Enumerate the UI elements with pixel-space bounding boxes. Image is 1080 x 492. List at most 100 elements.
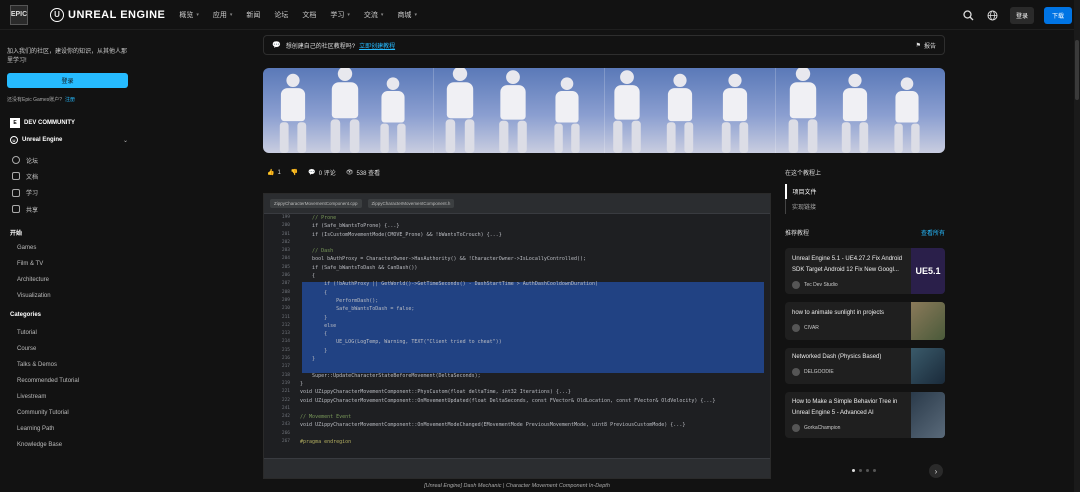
search-icon[interactable] <box>962 8 976 22</box>
nav-item-news[interactable]: 新闻 <box>246 10 260 20</box>
sidebar-item-talks-demos[interactable]: Talks & Demos <box>17 357 79 373</box>
chevron-down-icon: ▾ <box>229 11 233 18</box>
line-number: 215 <box>281 347 290 353</box>
line-number: 205 <box>281 264 290 270</box>
like-button[interactable]: 👍 1 <box>267 169 281 177</box>
line-number: 201 <box>281 231 290 237</box>
card-thumbnail <box>911 392 945 438</box>
sidebar-item-games[interactable]: Games <box>17 240 51 256</box>
chat-bubble-icon: 💬 <box>272 42 281 49</box>
nav-item-learn[interactable]: 学习 ▾ <box>330 10 350 20</box>
unreal-engine-dropdown[interactable]: U Unreal Engine ⌄ <box>10 136 128 144</box>
nav-item-marketplace[interactable]: 商城 ▾ <box>397 10 417 20</box>
image-caption: [Unreal Engine] Dash Mechanic | Characte… <box>424 483 610 489</box>
avatar <box>792 324 800 332</box>
line-number: 210 <box>281 306 290 312</box>
line-number: 266 <box>281 430 290 436</box>
sidebar-item-recommended-tutorial[interactable]: Recommended Tutorial <box>17 373 79 389</box>
epic-games-logo[interactable]: EPIC <box>10 4 28 25</box>
nav-item-forums[interactable]: 论坛 <box>274 10 288 20</box>
line-number: 217 <box>281 364 290 370</box>
create-tutorial-link[interactable]: 立即创建教程 <box>359 41 395 50</box>
code-line: } <box>294 380 304 387</box>
sidebar-item-learn[interactable]: 学习 <box>12 185 38 201</box>
sidebar-item-film-tv[interactable]: Film & TV <box>17 256 51 272</box>
sidebar-item-tutorial[interactable]: Tutorial <box>17 325 79 341</box>
chat-bubble-icon <box>12 156 20 165</box>
sidebar-item-forums[interactable]: 论坛 <box>12 152 38 168</box>
code-line: if (IsCustomMovementMode(CMOVE_Prone) &&… <box>294 231 502 238</box>
line-number: 242 <box>281 414 290 420</box>
code-line: } <box>294 347 328 354</box>
sidebar-item-visualization[interactable]: Visualization <box>17 288 51 304</box>
sidebar-item-docs[interactable]: 文档 <box>12 168 38 184</box>
left-sidebar: 加入我们的社区，建设你的知识，从其他人那里学习! 登录 还没有Epic Game… <box>0 30 138 492</box>
page-scrollbar[interactable] <box>1074 0 1080 492</box>
thumbs-down-icon: 👎 <box>290 170 299 176</box>
line-number: 267 <box>281 439 290 445</box>
code-line: Super::UpdateCharacterStateBeforeMovemen… <box>294 372 481 379</box>
line-number: 213 <box>281 331 290 337</box>
code-line: PerformDash(); <box>294 297 379 304</box>
sidebar-item-course[interactable]: Course <box>17 341 79 357</box>
code-line: } <box>294 314 328 321</box>
sidebar-item-community-tutorial[interactable]: Community Tutorial <box>17 405 79 421</box>
line-number: 202 <box>281 239 290 245</box>
learn-icon <box>12 188 20 197</box>
recommended-card[interactable]: Unreal Engine 5.1 - UE4.27.2 Fix Android… <box>785 248 945 294</box>
carousel-next-button[interactable]: › <box>929 464 943 478</box>
sidebar-item-livestream[interactable]: Livestream <box>17 389 79 405</box>
post-stats: 👍 1 👎 💬 0 评论 👁 538 查看 <box>267 168 380 178</box>
comments-count[interactable]: 💬 0 评论 <box>308 168 336 177</box>
chevron-down-icon: ▾ <box>196 11 199 18</box>
eye-icon: 👁 <box>345 170 354 176</box>
register-link[interactable]: 注册 <box>65 97 75 103</box>
chevron-right-icon: › <box>934 466 938 476</box>
code-line: if (Safe_bWantsToDash && CanDash()) <box>294 264 418 271</box>
recommended-header: 推荐教程 查看所有 <box>785 228 945 237</box>
toc-item-implementation-links[interactable]: 实现链接 <box>786 199 817 214</box>
sidebar-login-button[interactable]: 登录 <box>7 73 128 88</box>
nav-item-docs[interactable]: 文档 <box>302 10 316 20</box>
categories-list: Tutorial Course Talks & Demos Recommende… <box>17 325 79 453</box>
unreal-engine-brand[interactable]: U UNREAL ENGINE <box>50 7 165 22</box>
code-line: Safe_bWantsToDash = false; <box>294 306 415 313</box>
nav-item-overview[interactable]: 概览 ▾ <box>179 10 199 20</box>
line-number: 243 <box>281 422 290 428</box>
chevron-down-icon: ▾ <box>414 11 417 18</box>
globe-icon[interactable] <box>986 8 1000 22</box>
nav-item-apps[interactable]: 应用 ▾ <box>213 10 233 20</box>
carousel-pagination[interactable] <box>852 469 876 472</box>
recommended-card[interactable]: how to animate sunlight in projects CIVA… <box>785 302 945 340</box>
dislike-button[interactable]: 👎 <box>291 169 298 176</box>
report-button[interactable]: ⚑ 报告 <box>916 41 936 50</box>
avatar <box>792 424 800 432</box>
recommended-card[interactable]: Networked Dash (Physics Based) DELGOODIE <box>785 348 945 384</box>
code-line: UE_LOG(LogTemp, Warning, TEXT("Client tr… <box>294 339 502 346</box>
download-button[interactable]: 下载 <box>1043 6 1072 24</box>
section-heading-start: 开始 <box>10 231 23 237</box>
line-number: 200 <box>281 223 290 229</box>
line-number: 206 <box>281 273 290 279</box>
code-line: #pragma endregion <box>294 439 352 446</box>
avatar <box>792 368 800 376</box>
sidebar-item-architecture[interactable]: Architecture <box>17 272 51 288</box>
code-line: // Dash <box>294 248 334 255</box>
chevron-down-icon: ▾ <box>347 11 350 18</box>
hero-banner-image <box>263 68 945 153</box>
card-thumbnail <box>911 302 945 340</box>
view-all-link[interactable]: 查看所有 <box>921 228 945 237</box>
toc-item-project-files[interactable]: 项目文件 <box>784 184 817 199</box>
epic-logo-icon: E <box>10 118 20 128</box>
login-button[interactable]: 登录 <box>1009 6 1034 24</box>
sidebar-item-learning-path[interactable]: Learning Path <box>17 421 79 437</box>
dev-community-header[interactable]: E DEV COMMUNITY <box>10 118 75 128</box>
sidebar-item-share[interactable]: 共享 <box>12 201 38 217</box>
code-line: // Movement Event <box>294 414 352 421</box>
table-of-contents: 项目文件 实现链接 <box>784 184 817 214</box>
code-line: void UZippyCharacterMovementComponent::O… <box>294 397 716 404</box>
code-editor: // Prone if (Safe_bWantsToProne) {...} i… <box>294 214 764 460</box>
nav-item-community[interactable]: 交流 ▾ <box>364 10 384 20</box>
sidebar-item-knowledge-base[interactable]: Knowledge Base <box>17 437 79 453</box>
recommended-card[interactable]: How to Make a Simple Behavior Tree in Un… <box>785 392 945 438</box>
